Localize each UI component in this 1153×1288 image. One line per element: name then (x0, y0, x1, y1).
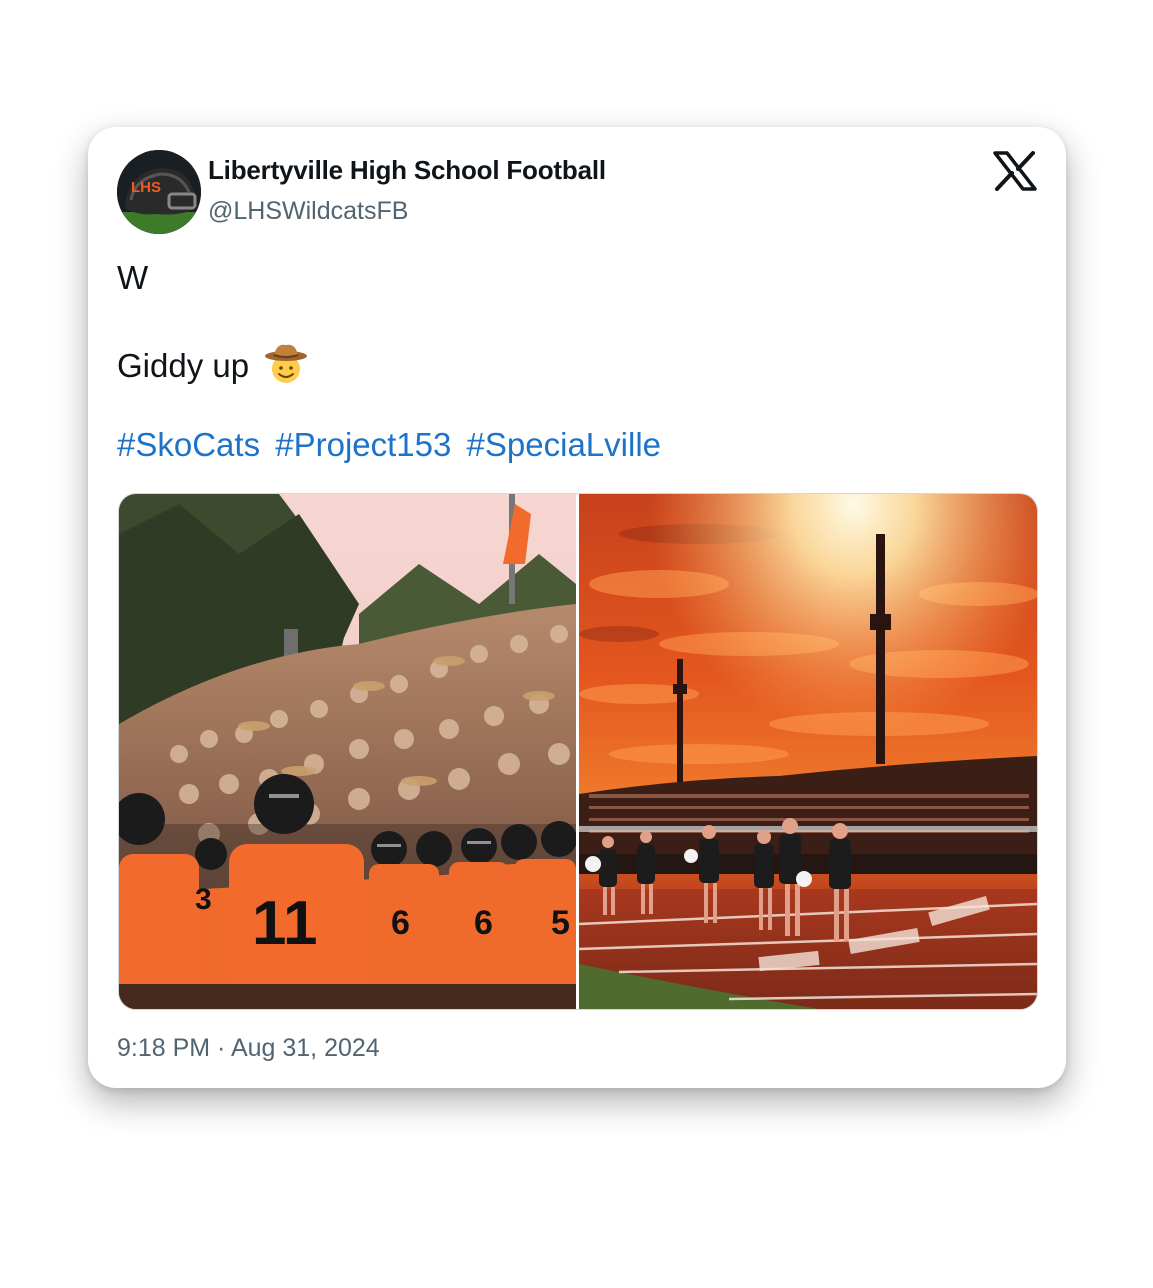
svg-text:5: 5 (551, 904, 570, 942)
svg-text:6: 6 (474, 904, 493, 942)
svg-text:6: 6 (391, 904, 410, 942)
svg-text:3: 3 (195, 883, 212, 916)
cowboy-hat-face-icon (264, 341, 308, 385)
sunset-stadium-photo[interactable] (579, 494, 1037, 1009)
tweet-line-2: Giddy up (117, 341, 308, 387)
avatar[interactable]: LHS (117, 150, 201, 234)
tweet-line-2-text: Giddy up (117, 347, 250, 384)
student-section-photo[interactable]: 11 6 6 5 3 (119, 494, 576, 1009)
media-grid: 11 6 6 5 3 (118, 493, 1038, 1010)
hashtags: #SkoCats #Project153 #SpeciaLville (117, 426, 667, 464)
hashtag-specialville[interactable]: #SpeciaLville (467, 426, 661, 463)
hashtag-project153[interactable]: #Project153 (275, 426, 451, 463)
display-name[interactable]: Libertyville High School Football (208, 155, 606, 186)
hashtag-skocats[interactable]: #SkoCats (117, 426, 260, 463)
tweet-line-1: W (117, 259, 149, 296)
timestamp[interactable]: 9:18 PM · Aug 31, 2024 (117, 1034, 380, 1063)
svg-text:LHS: LHS (131, 179, 161, 196)
user-handle[interactable]: @LHSWildcatsFB (208, 197, 408, 226)
tweet-card: LHS Libertyville High School Football @L… (88, 127, 1066, 1088)
svg-text:11: 11 (252, 889, 318, 958)
x-logo-icon[interactable] (993, 151, 1037, 191)
